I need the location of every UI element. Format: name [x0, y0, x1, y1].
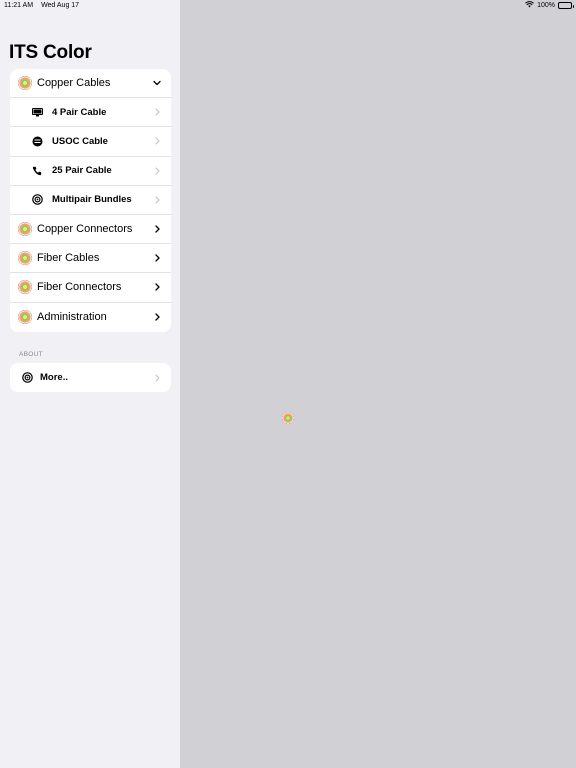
its-color-logo-icon: [18, 280, 32, 295]
sidebar-item-label: More..: [40, 372, 68, 384]
chevron-right-icon: [149, 313, 165, 321]
sidebar-item-administration[interactable]: Administration: [10, 303, 171, 332]
sidebar-item-label: Copper Connectors: [37, 223, 133, 236]
section-header-about: ABOUT: [19, 351, 43, 358]
its-color-logo-icon: [18, 76, 32, 91]
sidebar-item-fiber-connectors[interactable]: Fiber Connectors: [10, 273, 171, 303]
its-color-logo-icon: [18, 251, 32, 266]
monitor-icon: [31, 106, 43, 118]
chevron-right-icon: [149, 137, 165, 146]
its-color-logo-icon: [282, 412, 294, 424]
chevron-right-icon: [149, 225, 165, 233]
sidebar-item-label: Administration: [37, 311, 107, 324]
target-icon: [31, 194, 43, 206]
sidebar-subitem-4-pair-cable[interactable]: 4 Pair Cable: [10, 98, 171, 128]
sidebar-item-label: Fiber Cables: [37, 252, 100, 265]
usoc-icon: [31, 135, 43, 147]
sidebar-subitem-25-pair-cable[interactable]: 25 Pair Cable: [10, 157, 171, 186]
sidebar-item-copper-cables[interactable]: Copper Cables: [10, 69, 171, 99]
chevron-right-icon: [149, 167, 165, 175]
its-color-logo-icon: [18, 310, 32, 325]
status-date: Wed Aug 17: [41, 2, 80, 9]
about-list: More..: [10, 363, 171, 393]
sidebar-item-label: Fiber Connectors: [37, 281, 122, 294]
chevron-right-icon: [149, 254, 165, 262]
page-title: ITS Color: [9, 42, 92, 63]
sidebar-list: Copper Cables 4 Pair Cable USOC Cable 25…: [10, 69, 171, 332]
chevron-right-icon: [149, 108, 165, 116]
chevron-right-icon: [149, 374, 165, 382]
sidebar-item-copper-connectors[interactable]: Copper Connectors: [10, 215, 171, 245]
sidebar-subitem-label: Multipair Bundles: [52, 194, 132, 206]
battery-percent: 100%: [537, 2, 555, 9]
detail-pane: [180, 0, 576, 768]
chevron-right-icon: [149, 196, 165, 204]
target-icon: [21, 372, 33, 384]
phone-icon: [31, 165, 43, 177]
sidebar-subitem-multipair-bundles[interactable]: Multipair Bundles: [10, 186, 171, 215]
its-color-logo-icon: [18, 222, 32, 237]
sidebar-subitem-usoc-cable[interactable]: USOC Cable: [10, 127, 171, 157]
sidebar: ITS Color Copper Cables 4 Pair Cable USO…: [0, 0, 180, 768]
sidebar-subitem-label: USOC Cable: [52, 135, 108, 147]
sidebar-subitem-label: 4 Pair Cable: [52, 106, 107, 118]
chevron-down-icon[interactable]: [149, 80, 165, 86]
status-bar: 11:21 AM Wed Aug 17 100%: [0, 0, 576, 12]
chevron-right-icon: [149, 283, 165, 292]
sidebar-item-fiber-cables[interactable]: Fiber Cables: [10, 244, 171, 274]
wifi-icon: [525, 1, 534, 10]
sidebar-item-label: Copper Cables: [37, 77, 111, 90]
sidebar-subitem-label: 25 Pair Cable: [52, 165, 112, 177]
sidebar-item-more[interactable]: More..: [10, 363, 171, 392]
status-time: 11:21 AM: [4, 2, 34, 9]
battery-icon: [558, 2, 574, 9]
